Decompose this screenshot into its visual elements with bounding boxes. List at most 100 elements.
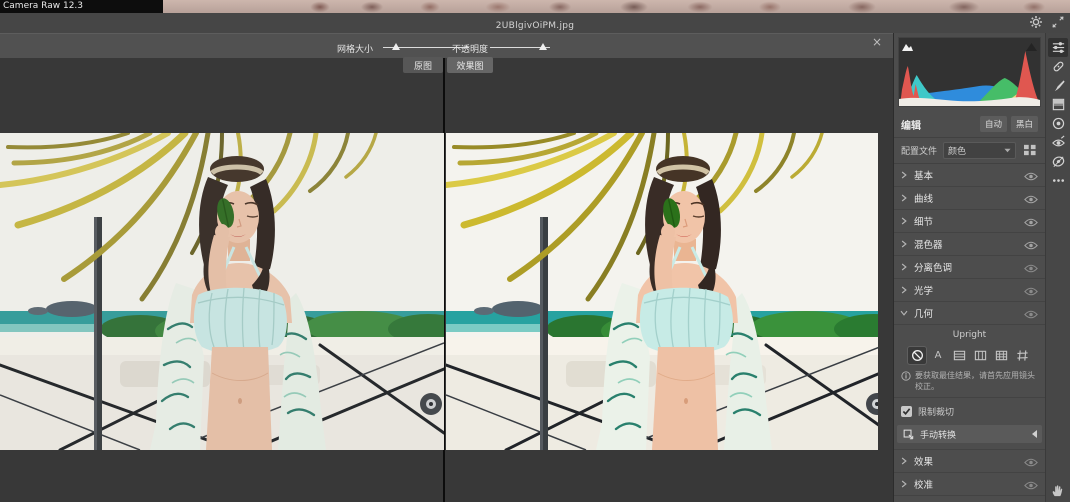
photo-before[interactable] bbox=[0, 133, 444, 450]
geometry-body: Upright A 要获取最佳结果，请首先应用镜头校正。 bbox=[894, 325, 1045, 450]
photo-after[interactable] bbox=[446, 133, 878, 450]
opacity-label: 不透明度 bbox=[452, 42, 488, 55]
tool-bar bbox=[1045, 33, 1070, 502]
section-visibility-toggle[interactable] bbox=[1023, 170, 1038, 180]
graduated-filter-button[interactable] bbox=[1048, 95, 1068, 114]
upright-guided-button[interactable] bbox=[1013, 347, 1031, 364]
upright-off-icon bbox=[911, 349, 924, 362]
section-calibration[interactable]: 校准 bbox=[894, 473, 1045, 496]
close-compare-button[interactable]: × bbox=[872, 36, 882, 48]
section-label: 效果 bbox=[914, 454, 933, 468]
hand-icon bbox=[1050, 483, 1065, 498]
eye-icon bbox=[1024, 287, 1038, 296]
chevron-right-icon bbox=[901, 194, 907, 202]
section-visibility-toggle[interactable] bbox=[1023, 216, 1038, 226]
section-detail[interactable]: 细节 bbox=[894, 210, 1045, 233]
hand-tool-button[interactable] bbox=[1049, 483, 1065, 499]
red-eye-tool-button[interactable] bbox=[1048, 133, 1068, 152]
section-label: 光学 bbox=[914, 283, 933, 297]
upright-guided-icon bbox=[1016, 349, 1029, 362]
upright-auto-button[interactable]: A bbox=[929, 347, 947, 364]
histogram-plot bbox=[899, 38, 1040, 106]
chevron-right-icon bbox=[901, 240, 907, 248]
section-label: 几何 bbox=[914, 306, 933, 320]
info-icon bbox=[901, 371, 911, 381]
section-visibility-toggle[interactable] bbox=[1023, 479, 1038, 489]
section-effects[interactable]: 效果 bbox=[894, 450, 1045, 473]
section-visibility-toggle[interactable] bbox=[1023, 193, 1038, 203]
chevron-down-icon bbox=[900, 310, 908, 316]
compare-toolbar: 网格大小 不透明度 bbox=[0, 33, 893, 59]
chevron-right-icon bbox=[901, 286, 907, 294]
spot-heal-icon bbox=[1051, 59, 1066, 74]
bw-button[interactable]: 黑白 bbox=[1011, 116, 1038, 132]
transform-icon bbox=[902, 428, 914, 440]
auto-button[interactable]: 自动 bbox=[980, 116, 1007, 132]
upright-vertical-icon bbox=[974, 349, 987, 362]
upright-label: Upright bbox=[901, 330, 1038, 343]
section-curve[interactable]: 曲线 bbox=[894, 187, 1045, 210]
settings-button[interactable] bbox=[1028, 15, 1044, 31]
geometry-note: 要获取最佳结果，请首先应用镜头校正。 bbox=[901, 370, 1038, 392]
radial-filter-button[interactable] bbox=[1048, 114, 1068, 133]
shadow-clip-icon bbox=[901, 42, 914, 51]
upright-modes: A bbox=[901, 347, 1038, 364]
chevron-down-icon bbox=[1004, 148, 1011, 153]
section-split-toning[interactable]: 分离色调 bbox=[894, 256, 1045, 279]
grid-size-label: 网格大小 bbox=[337, 42, 373, 55]
snapshots-icon bbox=[1051, 154, 1066, 169]
section-label: 细节 bbox=[914, 214, 933, 228]
section-label: 分离色调 bbox=[914, 260, 952, 274]
shadow-clipping-indicator[interactable] bbox=[901, 40, 914, 49]
edit-tool-button[interactable] bbox=[1048, 38, 1068, 57]
check-icon bbox=[902, 407, 911, 416]
section-optics[interactable]: 光学 bbox=[894, 279, 1045, 302]
eye-icon bbox=[1024, 241, 1038, 250]
opacity-slider[interactable] bbox=[490, 46, 550, 49]
upright-level-button[interactable] bbox=[950, 347, 968, 364]
section-visibility-toggle[interactable] bbox=[1023, 308, 1038, 318]
section-color-mixer[interactable]: 混色器 bbox=[894, 233, 1045, 256]
manual-transform-row[interactable]: 手动转换 bbox=[897, 425, 1042, 443]
profile-select[interactable]: 颜色 bbox=[943, 142, 1016, 159]
section-visibility-toggle[interactable] bbox=[1023, 456, 1038, 466]
chevron-right-icon bbox=[901, 217, 907, 225]
collapse-arrow-icon[interactable] bbox=[1032, 430, 1037, 438]
gear-icon bbox=[1029, 15, 1043, 29]
constrain-crop-checkbox[interactable] bbox=[901, 406, 912, 417]
beach-portrait-image bbox=[0, 133, 444, 450]
preview-view-button[interactable]: 效果图 bbox=[447, 57, 493, 73]
section-label: 混色器 bbox=[914, 237, 943, 251]
profile-browser-button[interactable] bbox=[1022, 144, 1038, 158]
section-geometry[interactable]: 几何 bbox=[894, 302, 1045, 325]
section-visibility-toggle[interactable] bbox=[1023, 239, 1038, 249]
highlight-clipping-indicator[interactable] bbox=[1025, 40, 1038, 49]
profile-value: 颜色 bbox=[948, 144, 966, 157]
histogram[interactable] bbox=[898, 37, 1041, 107]
edit-panel: 编辑 自动 黑白 配置文件 颜色 基本 曲线 细节 混色器 分离色调 bbox=[893, 33, 1045, 502]
eye-icon bbox=[1024, 264, 1038, 273]
beach-portrait-image bbox=[446, 133, 878, 450]
upright-off-button[interactable] bbox=[908, 347, 926, 364]
fullscreen-button[interactable] bbox=[1050, 15, 1066, 31]
slider-thumb[interactable] bbox=[392, 43, 400, 50]
constrain-crop-row[interactable]: 限制裁切 bbox=[901, 403, 1038, 420]
section-visibility-toggle[interactable] bbox=[1023, 285, 1038, 295]
snapshots-button[interactable] bbox=[1048, 152, 1068, 171]
eye-icon bbox=[1024, 458, 1038, 467]
constrain-crop-label: 限制裁切 bbox=[918, 405, 954, 418]
app-title: Camera Raw 12.3 bbox=[0, 0, 163, 13]
upright-full-button[interactable] bbox=[992, 347, 1010, 364]
section-visibility-toggle[interactable] bbox=[1023, 262, 1038, 272]
os-title-bar: Camera Raw 12.3 bbox=[0, 0, 1070, 14]
edit-header: 编辑 自动 黑白 bbox=[894, 111, 1045, 138]
spot-heal-tool-button[interactable] bbox=[1048, 57, 1068, 76]
more-tools-button[interactable] bbox=[1048, 171, 1068, 190]
section-basic[interactable]: 基本 bbox=[894, 164, 1045, 187]
slider-thumb[interactable] bbox=[539, 43, 547, 50]
original-view-button[interactable]: 原图 bbox=[403, 57, 443, 73]
upright-vertical-button[interactable] bbox=[971, 347, 989, 364]
chevron-right-icon bbox=[901, 171, 907, 179]
brush-tool-button[interactable] bbox=[1048, 76, 1068, 95]
brush-icon bbox=[1051, 78, 1066, 93]
